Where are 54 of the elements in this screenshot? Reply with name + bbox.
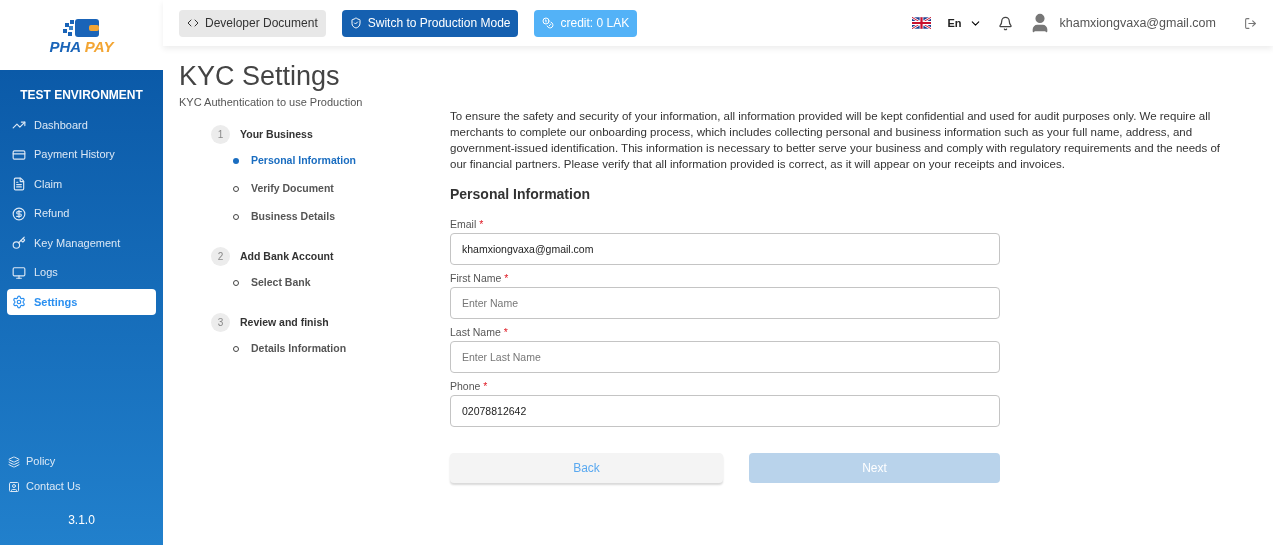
sidebar-item[interactable]: Refund [7,200,156,227]
document-icon [12,177,26,191]
notice-paragraph: To ensure the safety and security of your information, all information provided will be kept confidential and used for audit purposes only. We require all merchants to complete our onboarding process, which includes collecting personal and business information such as your full name, address, and government-issued identification. This information is necessary to better serve your business and comply with regulatory requirements and the needs of our financial partners. Please verify that all information provided is correct, as it will appear on your receipts and invoices. [450,109,1222,172]
gear-icon [12,295,26,309]
field-label: Email * [450,217,485,232]
user-email: khamxiongvaxa@gmail.com [1059,14,1216,32]
flag-icon [912,17,932,29]
substep-item[interactable]: Business Details [211,203,423,231]
version-label: 3.1.0 [67,512,96,529]
field-label: Phone * [450,379,489,394]
sidebar-item[interactable]: Claim [7,171,156,197]
sidebar-item[interactable]: Key Management [7,230,156,256]
step-number: 1 [211,125,230,144]
substep-item[interactable]: Details Information [211,335,423,363]
input-field[interactable]: Enter Name [450,287,1000,319]
dollar-coin-icon [12,206,26,221]
input-field[interactable]: Enter Last Name [450,341,1000,373]
input-field[interactable]: 02078812642 [450,395,1000,427]
environment-label: TEST ENVIRONMENT [19,87,144,104]
substep-item[interactable]: Personal Information [211,147,423,175]
layers-icon [8,455,20,468]
substep-item[interactable]: Select Bank [211,269,423,297]
step-number: 2 [211,247,230,266]
contact-card-icon [8,480,20,493]
bell-icon[interactable] [998,15,1014,31]
input-field[interactable]: khamxiongvaxa@gmail.com [450,233,1000,265]
step-label: Add Bank Account [240,248,334,264]
sidebar-item[interactable]: Settings [7,289,156,315]
sidebar-link[interactable]: Policy [0,449,163,474]
page-subtitle: KYC Authentication to use Production [179,95,364,110]
sidebar-item[interactable]: Payment History [7,141,156,168]
header-button[interactable]: Developer Document [179,9,326,37]
logout-icon[interactable] [1244,16,1257,30]
coins-icon [542,17,555,29]
logo-text: PHA PAY [49,38,114,54]
monitor-icon [12,265,26,280]
field-label: Last Name * [450,325,509,340]
language-selector[interactable]: En [947,14,962,32]
shield-icon [349,17,362,29]
code-icon [187,17,199,29]
step-number: 3 [211,313,230,332]
sidebar-link[interactable]: Contact Us [0,474,163,499]
card-icon [12,147,26,162]
key-icon [12,236,26,250]
header-button[interactable]: Switch to Production Mode [341,9,519,37]
sidebar-item[interactable]: Dashboard [7,112,156,138]
field-label: First Name * [450,271,510,286]
step-label: Review and finish [240,314,329,330]
step-label: Your Business [240,126,313,142]
sidebar-item[interactable]: Logs [7,259,156,286]
substep-item[interactable]: Verify Document [211,175,423,203]
wallet-logo-icon [62,16,101,39]
page-title: KYC Settings [179,60,341,93]
form-title: Personal Information [450,185,592,204]
